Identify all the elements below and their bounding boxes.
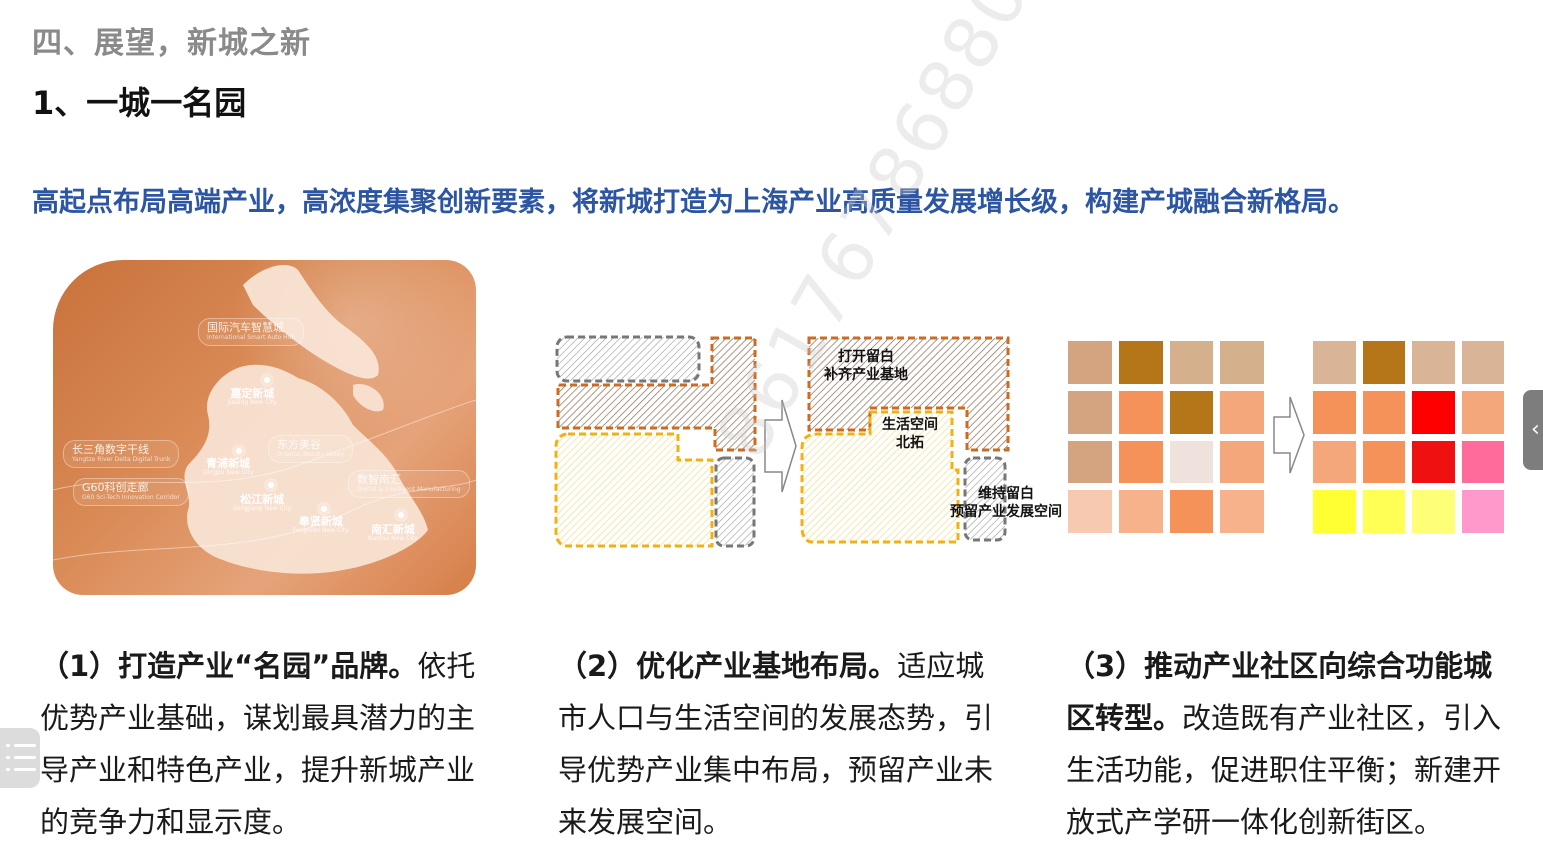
section-title: 四、展望，新城之新 [32,26,311,61]
label-living-space: 生活空间 北拓 [882,417,938,452]
menu-icon-line [14,756,36,759]
grid-cell [1362,490,1405,533]
grid-cell [1220,341,1264,384]
city-label-songjiang: 松江新城 Songjiang New City [233,493,292,513]
caption-3: （3）推动产业社区向综合功能城区转型。改造既有产业社区，引入生活功能，促进职住平… [1066,640,1516,848]
menu-button[interactable] [0,728,40,788]
caption-2: （2）优化产业基地布局。适应城市人口与生活空间的发展态势，引导优势产业集中布局，… [558,640,1003,848]
grid-cell [1313,490,1356,533]
map-tag-auto-hub: 国际汽车智慧城 International Smart Auto Hub [198,318,305,346]
grid-cell [1220,440,1264,484]
caption-1-heading: （1）打造产业“名园”品牌。 [40,649,418,683]
map-tag-label: G60科创走廊 [82,481,149,494]
grid-cell [1169,341,1214,384]
grid-cell [1461,390,1504,434]
city-name: 嘉定新城 [230,387,275,400]
grid-cell [1118,341,1163,384]
map-tag-g60: G60科创走廊 G60 Sci-Tech Innovation Corridor [73,478,189,506]
shanghai-map-card: 国际汽车智慧城 International Smart Auto Hub 长三角… [53,260,476,595]
grid-cell [1118,490,1163,533]
city-name: 松江新城 [240,493,285,506]
city-name: 奉贤新城 [298,515,343,528]
sub-title: 1、一城一名园 [32,84,247,122]
city-dot-icon [268,482,274,488]
grid-cell [1220,490,1264,533]
city-dot-icon [321,506,327,512]
city-name: 南汇新城 [370,523,415,536]
grid-cell [1220,390,1264,434]
map-tag-sublabel: International Smart Auto Hub [207,333,296,341]
map-tag-sublabel: Oriental Beauty Valley [277,450,344,458]
map-tag-label: 东方美谷 [277,438,321,451]
grid-cell [1461,440,1504,484]
grid-cell [1313,440,1356,484]
city-name: 青浦新城 [206,457,251,470]
label-open-space: 打开留白 补齐产业基地 [824,349,908,384]
menu-icon [6,744,10,747]
shanghai-map-shape [53,260,476,574]
grid-cell [1362,341,1405,384]
city-name-en: Qingpu New City [203,469,254,477]
grid-cell [1118,390,1163,434]
city-name-en: Songjiang New City [233,505,292,513]
grid-cell [1412,390,1455,434]
grid-cell [1313,390,1356,434]
menu-icon [6,756,10,759]
menu-icon [6,768,10,771]
map-tag-sublabel: G60 Sci-Tech Innovation Corridor [82,493,180,501]
map-tag-sublabel: Yangtze River Delta Digital Trunk [72,455,171,463]
city-dot-icon [398,512,404,518]
side-panel-toggle[interactable]: ‹ [1523,390,1543,470]
caption-2-heading: （2）优化产业基地布局。 [558,649,898,683]
color-grid-before [1068,341,1264,533]
city-label-jiading: 嘉定新城 Jiading New City [228,387,277,407]
map-tag-digital-trunk: 长三角数字干线 Yangtze River Delta Digital Trun… [63,440,180,468]
map-tag-label: 数智南汇 [357,473,401,486]
label-keep-space: 维持留白 预留产业发展空间 [950,486,1062,521]
city-dot-icon [236,448,242,454]
city-label-fengxian: 奉贤新城 Fengxian New City [293,515,349,535]
grid-cell [1412,341,1455,384]
city-label-nanhui: 南汇新城 Nanhui New City [368,523,418,543]
grid-cell [1169,490,1214,533]
grid-cell [1313,341,1356,384]
map-tag-beauty-valley: 东方美谷 Oriental Beauty Valley [268,435,353,463]
map-tag-label: 国际汽车智慧城 [207,321,284,334]
lead-text: 高起点布局高端产业，高浓度集聚创新要素，将新城打造为上海产业高质量发展增长级，构… [32,187,1355,218]
grid-cell [1068,390,1112,434]
caption-1: （1）打造产业“名园”品牌。依托优势产业基础，谋划最具潜力的主导产业和特色产业，… [40,640,495,848]
city-dot-icon [264,377,270,383]
menu-icon-line [14,768,36,771]
grid-cell [1118,440,1163,484]
chevron-left-icon: ‹ [1531,417,1540,442]
grid-cell [1068,490,1112,533]
map-tag-label: 长三角数字干线 [72,443,149,456]
grid-cell [1068,341,1112,384]
arrow-right-icon [1273,396,1305,474]
grid-cell [1412,490,1455,533]
map-tag-nanhui-digital: 数智南汇 Digital & Intelligent Manufacturing [348,470,470,498]
grid-cell [1169,440,1214,484]
grid-cell [1461,341,1504,384]
city-name-en: Jiading New City [228,399,277,407]
color-grid-after [1313,341,1504,533]
grid-cell [1362,440,1405,484]
map-tag-sublabel: Digital & Intelligent Manufacturing [357,485,461,493]
layout-diagram: 打开留白 补齐产业基地 生活空间 北拓 维持留白 预留产业发展空间 [550,330,1062,550]
city-name-en: Nanhui New City [368,535,418,543]
menu-icon-line [14,744,36,747]
city-label-qingpu: 青浦新城 Qingpu New City [203,457,254,477]
grid-cell [1068,440,1112,484]
grid-cell [1362,390,1405,434]
grid-cell [1169,390,1214,434]
grid-cell [1412,440,1455,484]
city-name-en: Fengxian New City [293,527,349,535]
grid-cell [1461,490,1504,533]
